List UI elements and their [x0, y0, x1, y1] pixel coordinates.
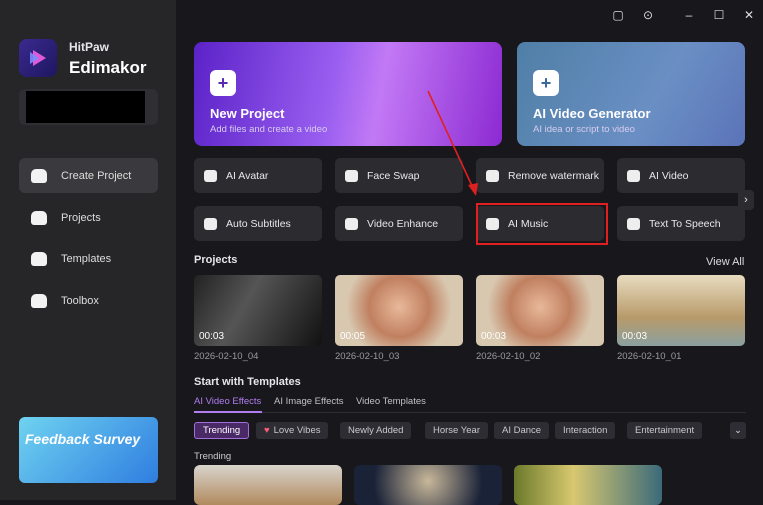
card-title: AI Video Generator [533, 106, 651, 121]
chevron-down-icon[interactable]: ⌄ [730, 422, 746, 439]
trending-label: Trending [194, 451, 232, 462]
highlight-box [476, 203, 608, 245]
info-icon[interactable]: ⊙ [641, 8, 655, 22]
brand-line2: Edimakor [69, 58, 147, 77]
nav-label: Create Project [61, 169, 132, 182]
project-thumbnail[interactable]: 00:05 [335, 275, 463, 346]
chip-label: Entertainment [635, 425, 695, 436]
plus-icon: + [210, 70, 236, 96]
annotation-arrow [427, 90, 478, 196]
duration: 00:03 [199, 331, 225, 342]
tab-video-templates[interactable]: Video Templates [356, 396, 426, 407]
tool-label: Text To Speech [649, 217, 721, 230]
project-date: 2026-02-10_03 [335, 351, 400, 362]
chip-ai-dance[interactable]: AI Dance [494, 422, 550, 439]
feedback-survey-banner[interactable]: Feedback Survey [19, 417, 158, 483]
project-thumbnail[interactable]: 00:03 [194, 275, 322, 346]
avatar-icon [204, 169, 217, 182]
template-thumb[interactable] [194, 465, 342, 505]
chip-label: AI Dance [502, 425, 542, 436]
card-subtitle: AI idea or script to video [533, 124, 635, 135]
templates-heading: Start with Templates [194, 376, 301, 388]
tool-ai-video[interactable]: AI Video [617, 158, 745, 193]
cc-icon [204, 217, 217, 230]
tool-label: Video Enhance [367, 217, 439, 230]
face-icon [345, 169, 358, 182]
chip-label: Newly Added [348, 425, 404, 436]
templates-icon [31, 251, 47, 266]
speech-icon [627, 217, 640, 230]
chip-entertainment[interactable]: Entertainment [627, 422, 703, 439]
close-icon[interactable]: ✕ [742, 8, 756, 22]
project-date: 2026-02-10_01 [617, 351, 682, 362]
duration: 00:03 [481, 331, 507, 342]
sidebar: HitPaw Edimakor Create Project Projects … [0, 0, 176, 500]
nav-label: Projects [61, 211, 101, 224]
tool-label: AI Avatar [226, 169, 269, 182]
chip-label: Horse Year [433, 425, 481, 436]
projects-heading: Projects [194, 254, 238, 266]
ai-video-generator-card[interactable]: + AI Video Generator AI idea or script t… [517, 42, 745, 146]
project-date: 2026-02-10_04 [194, 351, 259, 362]
view-all-link[interactable]: View All [706, 256, 744, 268]
maximize-icon[interactable]: ☐ [712, 8, 726, 22]
project-thumbnail[interactable]: 00:03 [476, 275, 604, 346]
chip-label: Love Vibes [273, 425, 321, 436]
chip-interaction[interactable]: Interaction [555, 422, 616, 439]
plus-icon: + [533, 70, 559, 96]
project-date: 2026-02-10_02 [476, 351, 541, 362]
home-icon [31, 168, 47, 183]
duration: 00:03 [622, 331, 648, 342]
template-thumb[interactable] [514, 465, 662, 505]
heart-icon: ♥ [264, 425, 270, 436]
nav-label: Templates [61, 252, 112, 265]
edimakor-logo [19, 39, 57, 77]
project-thumbnail[interactable]: 00:03 [617, 275, 745, 346]
sidebar-item-toolbox[interactable]: Toolbox [19, 283, 158, 318]
sidebar-item-create-project[interactable]: Create Project [19, 158, 158, 193]
tab-ai-video-effects[interactable]: AI Video Effects [194, 396, 261, 407]
chip-label: Interaction [563, 425, 608, 436]
chip-trending[interactable]: Trending [194, 422, 250, 439]
chip-label: Trending [203, 425, 241, 436]
minimize-icon[interactable]: – [682, 8, 696, 22]
tool-text-to-speech[interactable]: Text To Speech [617, 206, 745, 241]
tool-label: Face Swap [367, 169, 420, 182]
toolbox-icon [31, 293, 47, 308]
tool-label: Auto Subtitles [226, 217, 291, 230]
tool-auto-subtitles[interactable]: Auto Subtitles [194, 206, 322, 241]
sidebar-item-projects[interactable]: Projects [19, 200, 158, 235]
tab-divider [262, 412, 746, 413]
tool-ai-avatar[interactable]: AI Avatar [194, 158, 322, 193]
chip-newly-added[interactable]: Newly Added [340, 422, 412, 439]
tool-video-enhance[interactable]: Video Enhance [335, 206, 463, 241]
nav-label: Toolbox [61, 294, 99, 307]
tab-ai-image-effects[interactable]: AI Image Effects [274, 396, 344, 407]
duration: 00:05 [340, 331, 366, 342]
tool-label: AI Video [649, 169, 689, 182]
chip-love-vibes[interactable]: ♥ Love Vibes [256, 422, 329, 439]
sidebar-item-templates[interactable]: Templates [19, 241, 158, 276]
enhance-icon [345, 217, 358, 230]
tools-next-arrow[interactable]: › [738, 190, 754, 210]
account-box[interactable] [19, 89, 158, 125]
tool-label: Remove watermark [508, 169, 600, 182]
brand-line1: HitPaw [69, 40, 110, 54]
chip-horse-year[interactable]: Horse Year [425, 422, 489, 439]
video-icon [627, 169, 640, 182]
chat-icon[interactable]: ▢ [611, 8, 625, 22]
folder-icon [31, 210, 47, 225]
tool-remove-watermark[interactable]: Remove watermark [476, 158, 604, 193]
active-tab-underline [194, 411, 262, 413]
template-thumb[interactable] [354, 465, 502, 505]
